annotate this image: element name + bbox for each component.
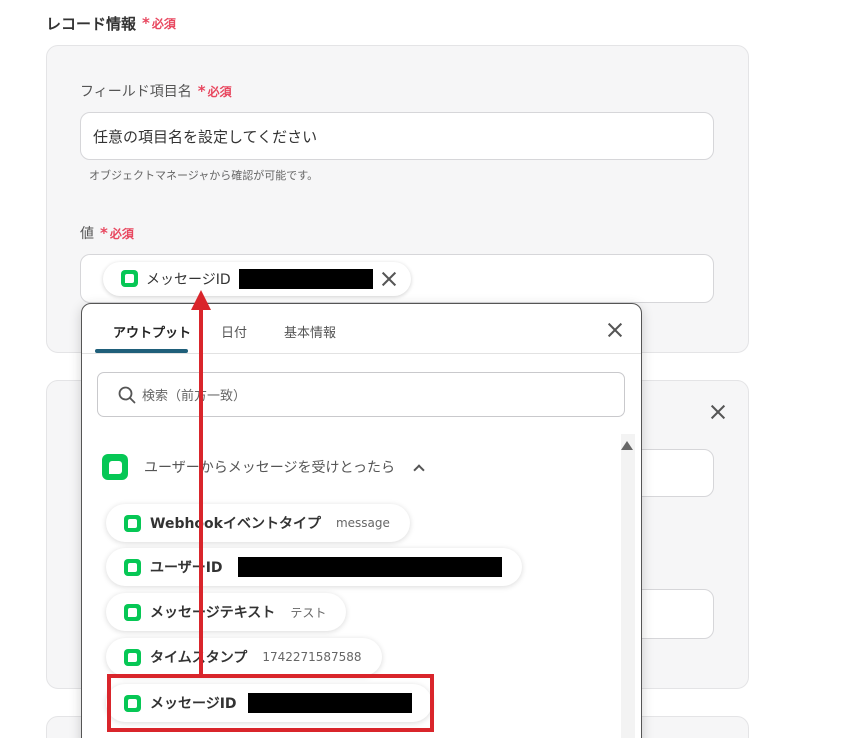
variable-picker-dropdown: アウトプット 日付 基本情報 検索（前方一致） ユーザーからメッセージを受けとっ… [81, 303, 642, 738]
output-item-user-id[interactable]: ユーザーID [106, 548, 522, 586]
arrow-up-icon [191, 290, 211, 310]
close-icon [381, 271, 397, 287]
tab-output[interactable]: アウトプット [113, 322, 191, 341]
scroll-up-arrow-icon[interactable] [621, 441, 633, 450]
active-tab-indicator [95, 349, 188, 353]
asterisk-icon: * [142, 14, 150, 32]
line-app-icon [124, 603, 141, 621]
value-input[interactable]: メッセージID [80, 254, 714, 303]
tab-bar: アウトプット 日付 基本情報 [82, 304, 641, 354]
redacted-value [237, 557, 502, 577]
remove-chip-button[interactable] [381, 271, 397, 287]
close-icon [607, 322, 623, 338]
line-app-icon [124, 514, 141, 532]
redacted-value [238, 268, 373, 289]
asterisk-icon: * [197, 81, 206, 100]
line-app-icon [124, 558, 141, 576]
field-name-label: フィールド項目名 * 必須 [80, 81, 232, 100]
chevron-up-icon [413, 463, 425, 476]
highlight-annotation [107, 674, 434, 732]
field-name-input[interactable]: 任意の項目名を設定してください [80, 112, 714, 160]
search-icon [118, 386, 136, 403]
output-item-webhook-event-type[interactable]: Webhookイベントタイプ message [106, 504, 410, 542]
tab-date[interactable]: 日付 [221, 322, 247, 341]
required-badge: * 必須 [197, 81, 232, 100]
line-app-icon [124, 648, 141, 666]
field-name-hint: オブジェクトマネージャから確認が可能です。 [89, 169, 319, 182]
required-badge: * 必須 [100, 223, 134, 242]
required-badge: * 必須 [142, 14, 176, 32]
value-chip-label: メッセージID [146, 271, 231, 288]
arrow-annotation-line [199, 306, 203, 676]
delete-panel-icon[interactable] [710, 404, 726, 420]
line-app-icon [102, 454, 128, 480]
value-chip[interactable]: メッセージID [103, 261, 411, 296]
line-app-icon [121, 270, 138, 287]
record-section-label: レコード情報 * 必須 [46, 13, 176, 34]
search-input[interactable]: 検索（前方一致） [97, 372, 625, 417]
output-item-message-text[interactable]: メッセージテキスト テスト [106, 593, 347, 631]
asterisk-icon: * [100, 223, 108, 242]
record-section-title: レコード情報 [46, 15, 137, 33]
search-placeholder: 検索（前方一致） [142, 389, 247, 404]
value-label: 値 * 必須 [80, 223, 134, 242]
close-dropdown-button[interactable] [606, 321, 624, 339]
output-item-timestamp[interactable]: タイムスタンプ 1742271587588 [106, 638, 382, 676]
trigger-group-header[interactable]: ユーザーからメッセージを受けとったら [102, 454, 425, 480]
scrollbar[interactable] [621, 434, 635, 738]
field-name-value: 任意の項目名を設定してください [93, 127, 318, 146]
trigger-group-title: ユーザーからメッセージを受けとったら [144, 460, 396, 476]
tab-basic-info[interactable]: 基本情報 [284, 322, 336, 341]
